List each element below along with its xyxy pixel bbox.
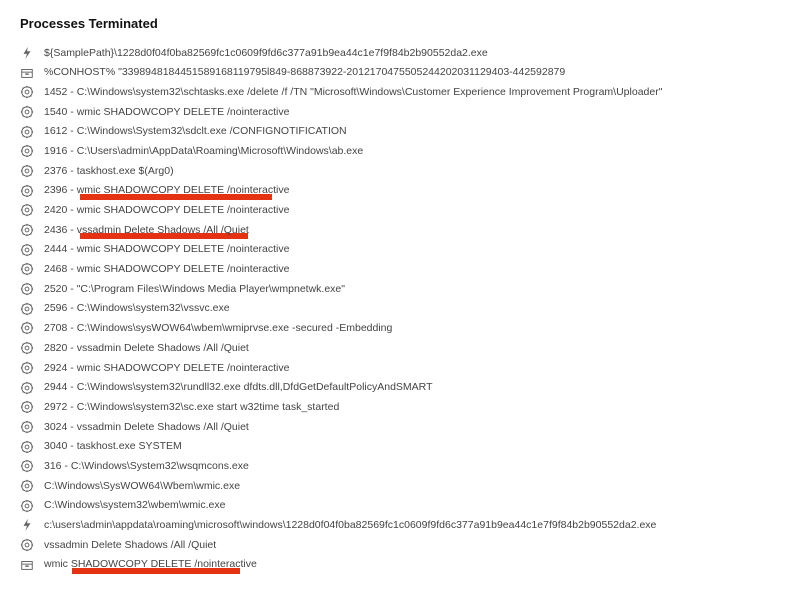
process-row: 1452 - C:\Windows\system32\schtasks.exe … <box>20 82 780 102</box>
gear-icon <box>20 400 34 414</box>
process-row: 2708 - C:\Windows\sysWOW64\wbem\wmiprvse… <box>20 319 780 339</box>
gear-icon <box>20 223 34 237</box>
gear-icon <box>20 262 34 276</box>
process-row: C:\Windows\system32\wbem\wmic.exe <box>20 496 780 516</box>
process-text: %CONHOST% "3398948184451589168119795l849… <box>44 66 565 78</box>
process-text: 2944 - C:\Windows\system32\rundll32.exe … <box>44 381 432 393</box>
process-row: 2972 - C:\Windows\system32\sc.exe start … <box>20 397 780 417</box>
process-row: 1916 - C:\Users\admin\AppData\Roaming\Mi… <box>20 141 780 161</box>
section-heading: Processes Terminated <box>20 16 780 31</box>
process-text: 2596 - C:\Windows\system32\vssvc.exe <box>44 302 230 314</box>
box-icon <box>20 66 34 80</box>
processes-list: ${SamplePath}\1228d0f04f0ba82569fc1c0609… <box>20 43 780 575</box>
process-row: 2944 - C:\Windows\system32\rundll32.exe … <box>20 378 780 398</box>
process-text: C:\Windows\system32\wbem\wmic.exe <box>44 499 225 511</box>
process-text: vssadmin Delete Shadows /All /Quiet <box>44 539 216 551</box>
process-row: 2520 - "C:\Program Files\Windows Media P… <box>20 279 780 299</box>
process-row: 316 - C:\Windows\System32\wsqmcons.exe <box>20 456 780 476</box>
process-text: 2972 - C:\Windows\system32\sc.exe start … <box>44 401 339 413</box>
process-row: ${SamplePath}\1228d0f04f0ba82569fc1c0609… <box>20 43 780 63</box>
process-text: 2420 - wmic SHADOWCOPY DELETE /nointerac… <box>44 204 289 216</box>
process-text: 1612 - C:\Windows\System32\sdclt.exe /CO… <box>44 125 347 137</box>
gear-icon <box>20 164 34 178</box>
process-row: 2420 - wmic SHADOWCOPY DELETE /nointerac… <box>20 201 780 221</box>
bolt-icon <box>20 46 34 60</box>
process-text: 3040 - taskhost.exe SYSTEM <box>44 440 182 452</box>
process-text: 2396 - wmic SHADOWCOPY DELETE /nointerac… <box>44 184 289 196</box>
gear-icon <box>20 420 34 434</box>
process-text: 2924 - wmic SHADOWCOPY DELETE /nointerac… <box>44 362 289 374</box>
process-text: 2376 - taskhost.exe $(Arg0) <box>44 165 174 177</box>
process-row: c:\users\admin\appdata\roaming\microsoft… <box>20 516 780 536</box>
process-row: 2396 - wmic SHADOWCOPY DELETE /nointerac… <box>20 181 780 201</box>
process-row: C:\Windows\SysWOW64\Wbem\wmic.exe <box>20 476 780 496</box>
process-row: 3024 - vssadmin Delete Shadows /All /Qui… <box>20 417 780 437</box>
gear-icon <box>20 321 34 335</box>
process-text: 2820 - vssadmin Delete Shadows /All /Qui… <box>44 342 249 354</box>
process-row: 2596 - C:\Windows\system32\vssvc.exe <box>20 299 780 319</box>
process-text: C:\Windows\SysWOW64\Wbem\wmic.exe <box>44 480 240 492</box>
process-text: c:\users\admin\appdata\roaming\microsoft… <box>44 519 656 531</box>
gear-icon <box>20 302 34 316</box>
process-row: 1612 - C:\Windows\System32\sdclt.exe /CO… <box>20 122 780 142</box>
gear-icon <box>20 440 34 454</box>
process-row: 2820 - vssadmin Delete Shadows /All /Qui… <box>20 338 780 358</box>
process-text: 316 - C:\Windows\System32\wsqmcons.exe <box>44 460 249 472</box>
process-text: ${SamplePath}\1228d0f04f0ba82569fc1c0609… <box>44 47 488 59</box>
gear-icon <box>20 243 34 257</box>
gear-icon <box>20 499 34 513</box>
gear-icon <box>20 125 34 139</box>
process-text: 1452 - C:\Windows\system32\schtasks.exe … <box>44 86 662 98</box>
process-text: 3024 - vssadmin Delete Shadows /All /Qui… <box>44 421 249 433</box>
process-row: 1540 - wmic SHADOWCOPY DELETE /nointerac… <box>20 102 780 122</box>
gear-icon <box>20 538 34 552</box>
gear-icon <box>20 341 34 355</box>
process-text: 2708 - C:\Windows\sysWOW64\wbem\wmiprvse… <box>44 322 392 334</box>
process-text: 2436 - vssadmin Delete Shadows /All /Qui… <box>44 224 249 236</box>
gear-icon <box>20 381 34 395</box>
process-text: wmic SHADOWCOPY DELETE /nointeractive <box>44 558 257 570</box>
process-row: 2924 - wmic SHADOWCOPY DELETE /nointerac… <box>20 358 780 378</box>
gear-icon <box>20 184 34 198</box>
process-text: 2444 - wmic SHADOWCOPY DELETE /nointerac… <box>44 243 289 255</box>
process-row: 2444 - wmic SHADOWCOPY DELETE /nointerac… <box>20 240 780 260</box>
bolt-icon <box>20 518 34 532</box>
process-row: wmic SHADOWCOPY DELETE /nointeractive <box>20 555 780 575</box>
process-row: 2376 - taskhost.exe $(Arg0) <box>20 161 780 181</box>
gear-icon <box>20 85 34 99</box>
process-text: 2468 - wmic SHADOWCOPY DELETE /nointerac… <box>44 263 289 275</box>
process-text: 2520 - "C:\Program Files\Windows Media P… <box>44 283 345 295</box>
process-text: 1540 - wmic SHADOWCOPY DELETE /nointerac… <box>44 106 289 118</box>
gear-icon <box>20 105 34 119</box>
gear-icon <box>20 282 34 296</box>
process-text: 1916 - C:\Users\admin\AppData\Roaming\Mi… <box>44 145 363 157</box>
process-row: 3040 - taskhost.exe SYSTEM <box>20 437 780 457</box>
gear-icon <box>20 459 34 473</box>
process-row: 2468 - wmic SHADOWCOPY DELETE /nointerac… <box>20 260 780 280</box>
gear-icon <box>20 361 34 375</box>
gear-icon <box>20 144 34 158</box>
gear-icon <box>20 203 34 217</box>
box-icon <box>20 558 34 572</box>
process-row: %CONHOST% "3398948184451589168119795l849… <box>20 63 780 83</box>
gear-icon <box>20 479 34 493</box>
process-row: 2436 - vssadmin Delete Shadows /All /Qui… <box>20 220 780 240</box>
process-row: vssadmin Delete Shadows /All /Quiet <box>20 535 780 555</box>
